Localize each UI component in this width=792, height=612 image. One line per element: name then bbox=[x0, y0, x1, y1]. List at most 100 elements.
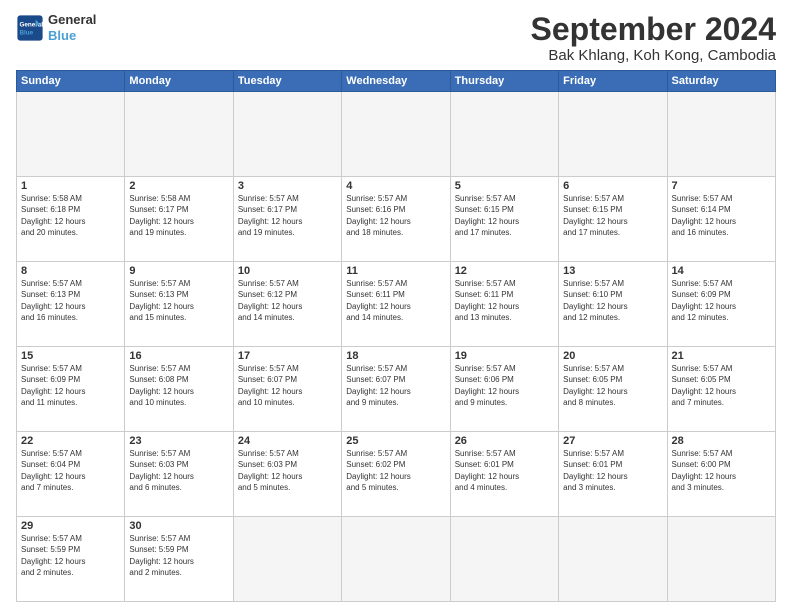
day-number: 22 bbox=[21, 435, 120, 447]
svg-text:Blue: Blue bbox=[20, 29, 34, 36]
day-info: Sunrise: 5:57 AM Sunset: 6:07 PM Dayligh… bbox=[346, 363, 445, 408]
day-info: Sunrise: 5:57 AM Sunset: 6:09 PM Dayligh… bbox=[672, 278, 771, 323]
day-info: Sunrise: 5:57 AM Sunset: 6:13 PM Dayligh… bbox=[21, 278, 120, 323]
calendar-cell-w5d0: 29Sunrise: 5:57 AM Sunset: 5:59 PM Dayli… bbox=[17, 517, 125, 602]
calendar-cell-w4d1: 23Sunrise: 5:57 AM Sunset: 6:03 PM Dayli… bbox=[125, 432, 233, 517]
day-info: Sunrise: 5:57 AM Sunset: 6:17 PM Dayligh… bbox=[238, 193, 337, 238]
calendar-table: Sunday Monday Tuesday Wednesday Thursday… bbox=[16, 70, 776, 602]
day-info: Sunrise: 5:57 AM Sunset: 6:08 PM Dayligh… bbox=[129, 363, 228, 408]
day-info: Sunrise: 5:57 AM Sunset: 6:05 PM Dayligh… bbox=[672, 363, 771, 408]
calendar-cell-w0d5 bbox=[559, 92, 667, 177]
col-saturday: Saturday bbox=[667, 71, 775, 92]
col-tuesday: Tuesday bbox=[233, 71, 341, 92]
logo-text-line2: Blue bbox=[48, 28, 96, 44]
calendar-cell-w0d2 bbox=[233, 92, 341, 177]
day-number: 8 bbox=[21, 265, 120, 277]
day-info: Sunrise: 5:57 AM Sunset: 6:15 PM Dayligh… bbox=[455, 193, 554, 238]
calendar-cell-w3d6: 21Sunrise: 5:57 AM Sunset: 6:05 PM Dayli… bbox=[667, 347, 775, 432]
day-info: Sunrise: 5:57 AM Sunset: 6:11 PM Dayligh… bbox=[346, 278, 445, 323]
day-info: Sunrise: 5:57 AM Sunset: 6:01 PM Dayligh… bbox=[563, 448, 662, 493]
logo-icon: General Blue bbox=[16, 14, 44, 42]
calendar-cell-w5d5 bbox=[559, 517, 667, 602]
day-number: 26 bbox=[455, 435, 554, 447]
day-number: 21 bbox=[672, 350, 771, 362]
calendar-cell-w2d1: 9Sunrise: 5:57 AM Sunset: 6:13 PM Daylig… bbox=[125, 262, 233, 347]
day-info: Sunrise: 5:57 AM Sunset: 6:16 PM Dayligh… bbox=[346, 193, 445, 238]
day-number: 11 bbox=[346, 265, 445, 277]
day-info: Sunrise: 5:57 AM Sunset: 6:13 PM Dayligh… bbox=[129, 278, 228, 323]
calendar-cell-w1d0: 1Sunrise: 5:58 AM Sunset: 6:18 PM Daylig… bbox=[17, 177, 125, 262]
calendar-cell-w4d5: 27Sunrise: 5:57 AM Sunset: 6:01 PM Dayli… bbox=[559, 432, 667, 517]
day-info: Sunrise: 5:57 AM Sunset: 5:59 PM Dayligh… bbox=[21, 533, 120, 578]
day-info: Sunrise: 5:57 AM Sunset: 6:12 PM Dayligh… bbox=[238, 278, 337, 323]
day-info: Sunrise: 5:57 AM Sunset: 6:15 PM Dayligh… bbox=[563, 193, 662, 238]
day-number: 5 bbox=[455, 180, 554, 192]
day-number: 17 bbox=[238, 350, 337, 362]
day-number: 27 bbox=[563, 435, 662, 447]
day-number: 28 bbox=[672, 435, 771, 447]
calendar-cell-w3d5: 20Sunrise: 5:57 AM Sunset: 6:05 PM Dayli… bbox=[559, 347, 667, 432]
logo-text-line1: General bbox=[48, 12, 96, 28]
page: General Blue General Blue September 2024… bbox=[0, 0, 792, 612]
day-number: 2 bbox=[129, 180, 228, 192]
day-number: 14 bbox=[672, 265, 771, 277]
calendar-cell-w2d5: 13Sunrise: 5:57 AM Sunset: 6:10 PM Dayli… bbox=[559, 262, 667, 347]
day-number: 10 bbox=[238, 265, 337, 277]
calendar-cell-w5d2 bbox=[233, 517, 341, 602]
calendar-week-1: 1Sunrise: 5:58 AM Sunset: 6:18 PM Daylig… bbox=[17, 177, 776, 262]
day-info: Sunrise: 5:57 AM Sunset: 5:59 PM Dayligh… bbox=[129, 533, 228, 578]
calendar-cell-w4d3: 25Sunrise: 5:57 AM Sunset: 6:02 PM Dayli… bbox=[342, 432, 450, 517]
calendar-cell-w1d5: 6Sunrise: 5:57 AM Sunset: 6:15 PM Daylig… bbox=[559, 177, 667, 262]
calendar-cell-w3d1: 16Sunrise: 5:57 AM Sunset: 6:08 PM Dayli… bbox=[125, 347, 233, 432]
month-title: September 2024 bbox=[531, 12, 776, 47]
day-info: Sunrise: 5:57 AM Sunset: 6:02 PM Dayligh… bbox=[346, 448, 445, 493]
day-number: 20 bbox=[563, 350, 662, 362]
header: General Blue General Blue September 2024… bbox=[16, 12, 776, 64]
calendar-cell-w2d6: 14Sunrise: 5:57 AM Sunset: 6:09 PM Dayli… bbox=[667, 262, 775, 347]
calendar-cell-w1d1: 2Sunrise: 5:58 AM Sunset: 6:17 PM Daylig… bbox=[125, 177, 233, 262]
calendar-cell-w3d4: 19Sunrise: 5:57 AM Sunset: 6:06 PM Dayli… bbox=[450, 347, 558, 432]
day-info: Sunrise: 5:57 AM Sunset: 6:04 PM Dayligh… bbox=[21, 448, 120, 493]
calendar-cell-w0d3 bbox=[342, 92, 450, 177]
calendar-cell-w3d2: 17Sunrise: 5:57 AM Sunset: 6:07 PM Dayli… bbox=[233, 347, 341, 432]
day-number: 3 bbox=[238, 180, 337, 192]
day-info: Sunrise: 5:57 AM Sunset: 6:03 PM Dayligh… bbox=[238, 448, 337, 493]
day-info: Sunrise: 5:57 AM Sunset: 6:10 PM Dayligh… bbox=[563, 278, 662, 323]
day-number: 1 bbox=[21, 180, 120, 192]
col-wednesday: Wednesday bbox=[342, 71, 450, 92]
calendar-cell-w2d4: 12Sunrise: 5:57 AM Sunset: 6:11 PM Dayli… bbox=[450, 262, 558, 347]
day-info: Sunrise: 5:57 AM Sunset: 6:06 PM Dayligh… bbox=[455, 363, 554, 408]
calendar-week-3: 15Sunrise: 5:57 AM Sunset: 6:09 PM Dayli… bbox=[17, 347, 776, 432]
calendar-cell-w5d1: 30Sunrise: 5:57 AM Sunset: 5:59 PM Dayli… bbox=[125, 517, 233, 602]
day-number: 23 bbox=[129, 435, 228, 447]
calendar-cell-w3d0: 15Sunrise: 5:57 AM Sunset: 6:09 PM Dayli… bbox=[17, 347, 125, 432]
day-number: 7 bbox=[672, 180, 771, 192]
day-info: Sunrise: 5:57 AM Sunset: 6:03 PM Dayligh… bbox=[129, 448, 228, 493]
col-thursday: Thursday bbox=[450, 71, 558, 92]
day-number: 19 bbox=[455, 350, 554, 362]
title-area: September 2024 Bak Khlang, Koh Kong, Cam… bbox=[531, 12, 776, 64]
day-number: 18 bbox=[346, 350, 445, 362]
calendar-week-4: 22Sunrise: 5:57 AM Sunset: 6:04 PM Dayli… bbox=[17, 432, 776, 517]
day-info: Sunrise: 5:57 AM Sunset: 6:09 PM Dayligh… bbox=[21, 363, 120, 408]
calendar-cell-w2d0: 8Sunrise: 5:57 AM Sunset: 6:13 PM Daylig… bbox=[17, 262, 125, 347]
calendar-cell-w5d6 bbox=[667, 517, 775, 602]
calendar-cell-w4d0: 22Sunrise: 5:57 AM Sunset: 6:04 PM Dayli… bbox=[17, 432, 125, 517]
calendar-cell-w1d2: 3Sunrise: 5:57 AM Sunset: 6:17 PM Daylig… bbox=[233, 177, 341, 262]
day-number: 12 bbox=[455, 265, 554, 277]
calendar-week-5: 29Sunrise: 5:57 AM Sunset: 5:59 PM Dayli… bbox=[17, 517, 776, 602]
calendar-cell-w4d4: 26Sunrise: 5:57 AM Sunset: 6:01 PM Dayli… bbox=[450, 432, 558, 517]
day-info: Sunrise: 5:57 AM Sunset: 6:00 PM Dayligh… bbox=[672, 448, 771, 493]
day-info: Sunrise: 5:58 AM Sunset: 6:18 PM Dayligh… bbox=[21, 193, 120, 238]
day-number: 24 bbox=[238, 435, 337, 447]
calendar-cell-w2d2: 10Sunrise: 5:57 AM Sunset: 6:12 PM Dayli… bbox=[233, 262, 341, 347]
calendar-cell-w4d2: 24Sunrise: 5:57 AM Sunset: 6:03 PM Dayli… bbox=[233, 432, 341, 517]
calendar-cell-w0d6 bbox=[667, 92, 775, 177]
day-number: 13 bbox=[563, 265, 662, 277]
day-info: Sunrise: 5:57 AM Sunset: 6:11 PM Dayligh… bbox=[455, 278, 554, 323]
day-number: 15 bbox=[21, 350, 120, 362]
day-info: Sunrise: 5:57 AM Sunset: 6:01 PM Dayligh… bbox=[455, 448, 554, 493]
calendar-cell-w1d6: 7Sunrise: 5:57 AM Sunset: 6:14 PM Daylig… bbox=[667, 177, 775, 262]
day-number: 30 bbox=[129, 520, 228, 532]
calendar-week-0 bbox=[17, 92, 776, 177]
